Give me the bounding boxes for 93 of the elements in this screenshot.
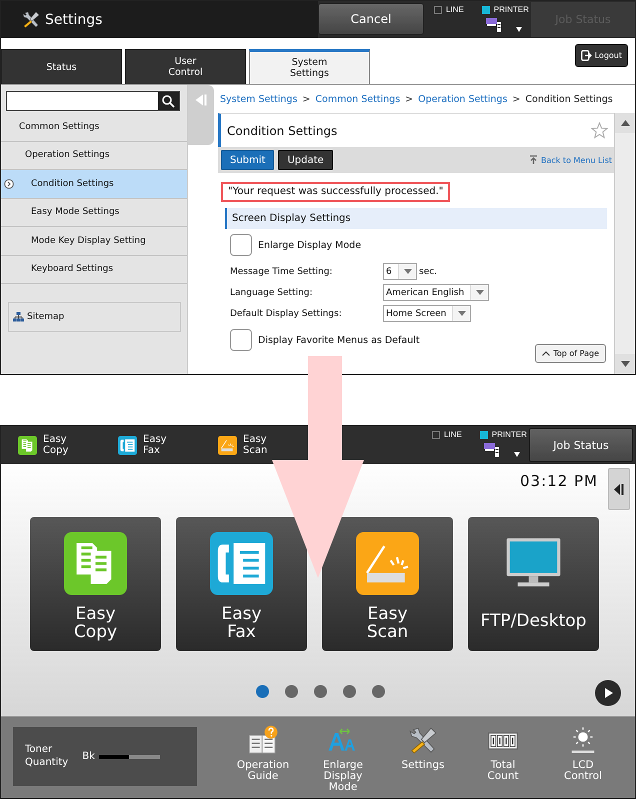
- sitemap-link[interactable]: Sitemap: [8, 302, 181, 332]
- toner-color-label: Bk: [82, 751, 95, 762]
- tab[interactable]: Status: [1, 49, 122, 84]
- fax-icon: [118, 436, 137, 454]
- scroll-down-icon: [620, 361, 630, 367]
- star-icon: [591, 122, 608, 139]
- scan-icon: [356, 532, 419, 595]
- collapse-icon: [614, 484, 624, 494]
- dropdown-caret-icon: [458, 311, 466, 316]
- indicator-label: LINE: [446, 5, 464, 14]
- sidebar-item[interactable]: Common Settings: [1, 113, 187, 142]
- tool-button[interactable]: Settings: [383, 718, 463, 796]
- tool-button[interactable]: Operation Guide: [223, 718, 303, 796]
- tool-button[interactable]: Total Count: [463, 718, 543, 796]
- field-label: Language Setting:: [230, 288, 314, 298]
- breadcrumb-link[interactable]: System Settings: [220, 94, 298, 104]
- sidebar-item[interactable]: Easy Mode Settings: [1, 198, 187, 227]
- page-dot[interactable]: [372, 685, 385, 698]
- back-icon: [528, 155, 538, 165]
- page-title-bar: Condition Settings: [218, 113, 614, 147]
- checkbox[interactable]: [230, 234, 252, 256]
- scan-icon: [218, 436, 237, 454]
- page-dot[interactable]: [285, 685, 298, 698]
- screen-title: Settings: [45, 12, 102, 28]
- section-heading: Screen Display Settings: [225, 208, 607, 229]
- app-tile[interactable]: Easy Scan: [322, 517, 453, 651]
- search-field[interactable]: [6, 91, 180, 111]
- back-link[interactable]: Back to Menu List: [528, 155, 612, 165]
- collapse-icon: [194, 93, 208, 107]
- breadcrumb-separator: >: [302, 94, 310, 104]
- dropdown[interactable]: Home Screen: [383, 305, 472, 322]
- chevron-circle-icon: [4, 178, 14, 189]
- checkbox-label: Display Favorite Menus as Default: [258, 334, 420, 346]
- copy-icon: [18, 436, 37, 454]
- tab[interactable]: System Settings: [249, 49, 370, 84]
- clock-time: 03:12 PM: [520, 472, 598, 490]
- breadcrumb-separator: >: [405, 94, 414, 104]
- search-icon: [162, 94, 175, 108]
- field-label: Message Time Setting:: [230, 266, 334, 276]
- shortcut-button[interactable]: Easy Fax: [118, 434, 167, 456]
- logout-icon: [580, 50, 592, 61]
- success-message: "Your request was successfully processed.": [221, 182, 450, 202]
- update-button[interactable]: Update: [278, 150, 333, 170]
- dropdown[interactable]: American English: [383, 284, 490, 301]
- dropdown-caret-icon: [404, 269, 412, 274]
- app-tile[interactable]: Easy Fax: [176, 517, 307, 651]
- app-tile[interactable]: FTP/Desktop: [468, 517, 599, 651]
- checkbox[interactable]: [230, 329, 252, 351]
- sidebar-item[interactable]: Mode Key Display Setting: [1, 227, 187, 256]
- breadcrumb-current: Condition Settings: [525, 94, 613, 104]
- scroll-up-icon: [620, 120, 630, 126]
- toner-label: Toner Quantity: [25, 744, 68, 769]
- dropdown-caret-icon: [476, 290, 484, 295]
- app-tile[interactable]: Easy Copy: [30, 517, 161, 651]
- tool-button[interactable]: LCD Control: [543, 718, 623, 796]
- play-icon: [605, 688, 613, 698]
- indicator-label: LINE: [444, 430, 462, 439]
- job-status-button[interactable]: Job Status: [529, 428, 633, 462]
- tab[interactable]: User Control: [125, 49, 246, 84]
- printer-icon: [484, 443, 500, 457]
- caret-icon: [516, 27, 522, 32]
- breadcrumb-link[interactable]: Operation Settings: [418, 94, 508, 104]
- scrollbar[interactable]: [614, 113, 635, 374]
- tool-button[interactable]: Enlarge Display Mode: [303, 718, 383, 796]
- fax-icon: [210, 532, 273, 595]
- page-dot[interactable]: [343, 685, 356, 698]
- sidebar-item[interactable]: Keyboard Settings: [1, 256, 187, 284]
- logout-button[interactable]: Logout: [574, 44, 628, 67]
- checkbox-label: Enlarge Display Mode: [258, 240, 362, 250]
- top-of-page-button[interactable]: Top of Page: [535, 344, 606, 363]
- settings-icon: [21, 10, 41, 30]
- printer-icon: [486, 18, 502, 32]
- guide-icon: [247, 724, 279, 756]
- breadcrumb-separator: >: [512, 94, 520, 104]
- caret-icon: [514, 452, 520, 457]
- page-dot[interactable]: [256, 685, 269, 698]
- submit-button[interactable]: Submit: [221, 150, 274, 170]
- field-label: Default Display Settings:: [230, 308, 343, 318]
- copy-icon: [64, 532, 127, 595]
- next-page-button[interactable]: [595, 680, 621, 706]
- unit-label: sec.: [419, 266, 438, 276]
- page-dot[interactable]: [314, 685, 327, 698]
- indicator-label: PRINTER: [494, 5, 529, 14]
- chevron-up-icon: [542, 351, 550, 356]
- sidebar-item[interactable]: Condition Settings: [1, 170, 187, 198]
- indicator-label: PRINTER: [492, 430, 527, 439]
- dropdown[interactable]: 6: [383, 263, 417, 280]
- sitemap-icon: [13, 312, 24, 322]
- breadcrumb-link[interactable]: Common Settings: [315, 94, 400, 104]
- shortcut-button[interactable]: Easy Scan: [218, 434, 268, 456]
- cancel-button[interactable]: Cancel: [318, 3, 424, 35]
- shortcut-button[interactable]: Easy Copy: [18, 434, 68, 456]
- side-panel-button[interactable]: [608, 468, 630, 510]
